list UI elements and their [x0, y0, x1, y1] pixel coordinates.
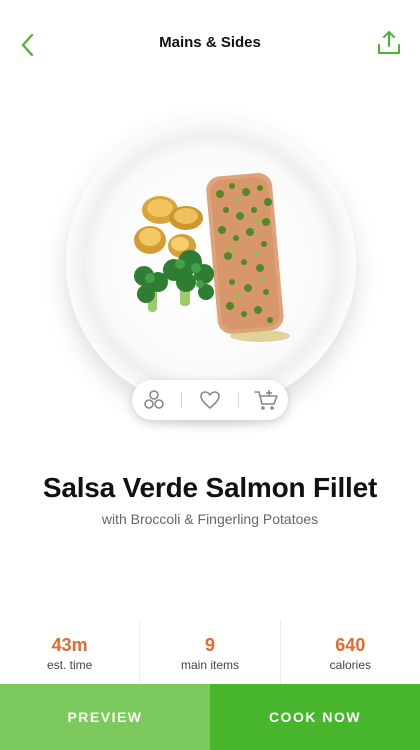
divider	[237, 392, 239, 408]
recipe-title: Salsa Verde Salmon Fillet	[42, 472, 378, 503]
stat-value: 640	[335, 635, 366, 655]
salsa-verde-salmon-plate-photo	[134, 173, 290, 342]
share-button[interactable]	[374, 28, 404, 58]
add-to-cart-button[interactable]	[250, 384, 282, 416]
stat-value: 9	[204, 635, 215, 655]
favorite-button[interactable]	[194, 384, 226, 416]
cook-now-button[interactable]: COOK NOW	[210, 684, 420, 750]
recipe-stats: 43m est. time 9 main items 640 calories	[0, 620, 420, 684]
recipe-hero-image	[0, 86, 420, 446]
share-upload-icon	[378, 31, 400, 54]
stat-calories: 640 calories	[279, 620, 420, 684]
divider	[181, 392, 183, 408]
stat-main-items: 9 main items	[139, 620, 279, 684]
top-bar: Mains & Sides	[0, 0, 420, 86]
stat-label: calories	[329, 658, 371, 672]
add-to-cart-icon	[254, 390, 278, 410]
stat-value: 43m	[51, 635, 88, 655]
recipe-actions	[132, 380, 288, 420]
stat-time: 43m est. time	[0, 620, 139, 684]
action-bar: PREVIEW COOK NOW	[0, 684, 420, 750]
recipe-subtitle: with Broccoli & Fingerling Potatoes	[101, 511, 319, 527]
ingredients-button[interactable]	[138, 384, 170, 416]
preview-button[interactable]: PREVIEW	[0, 684, 210, 750]
ingredients-icon	[143, 390, 164, 409]
page-title: Mains & Sides	[159, 34, 261, 51]
stat-label: est. time	[46, 658, 93, 672]
stat-label: main items	[180, 658, 239, 672]
heart-icon	[200, 391, 220, 409]
